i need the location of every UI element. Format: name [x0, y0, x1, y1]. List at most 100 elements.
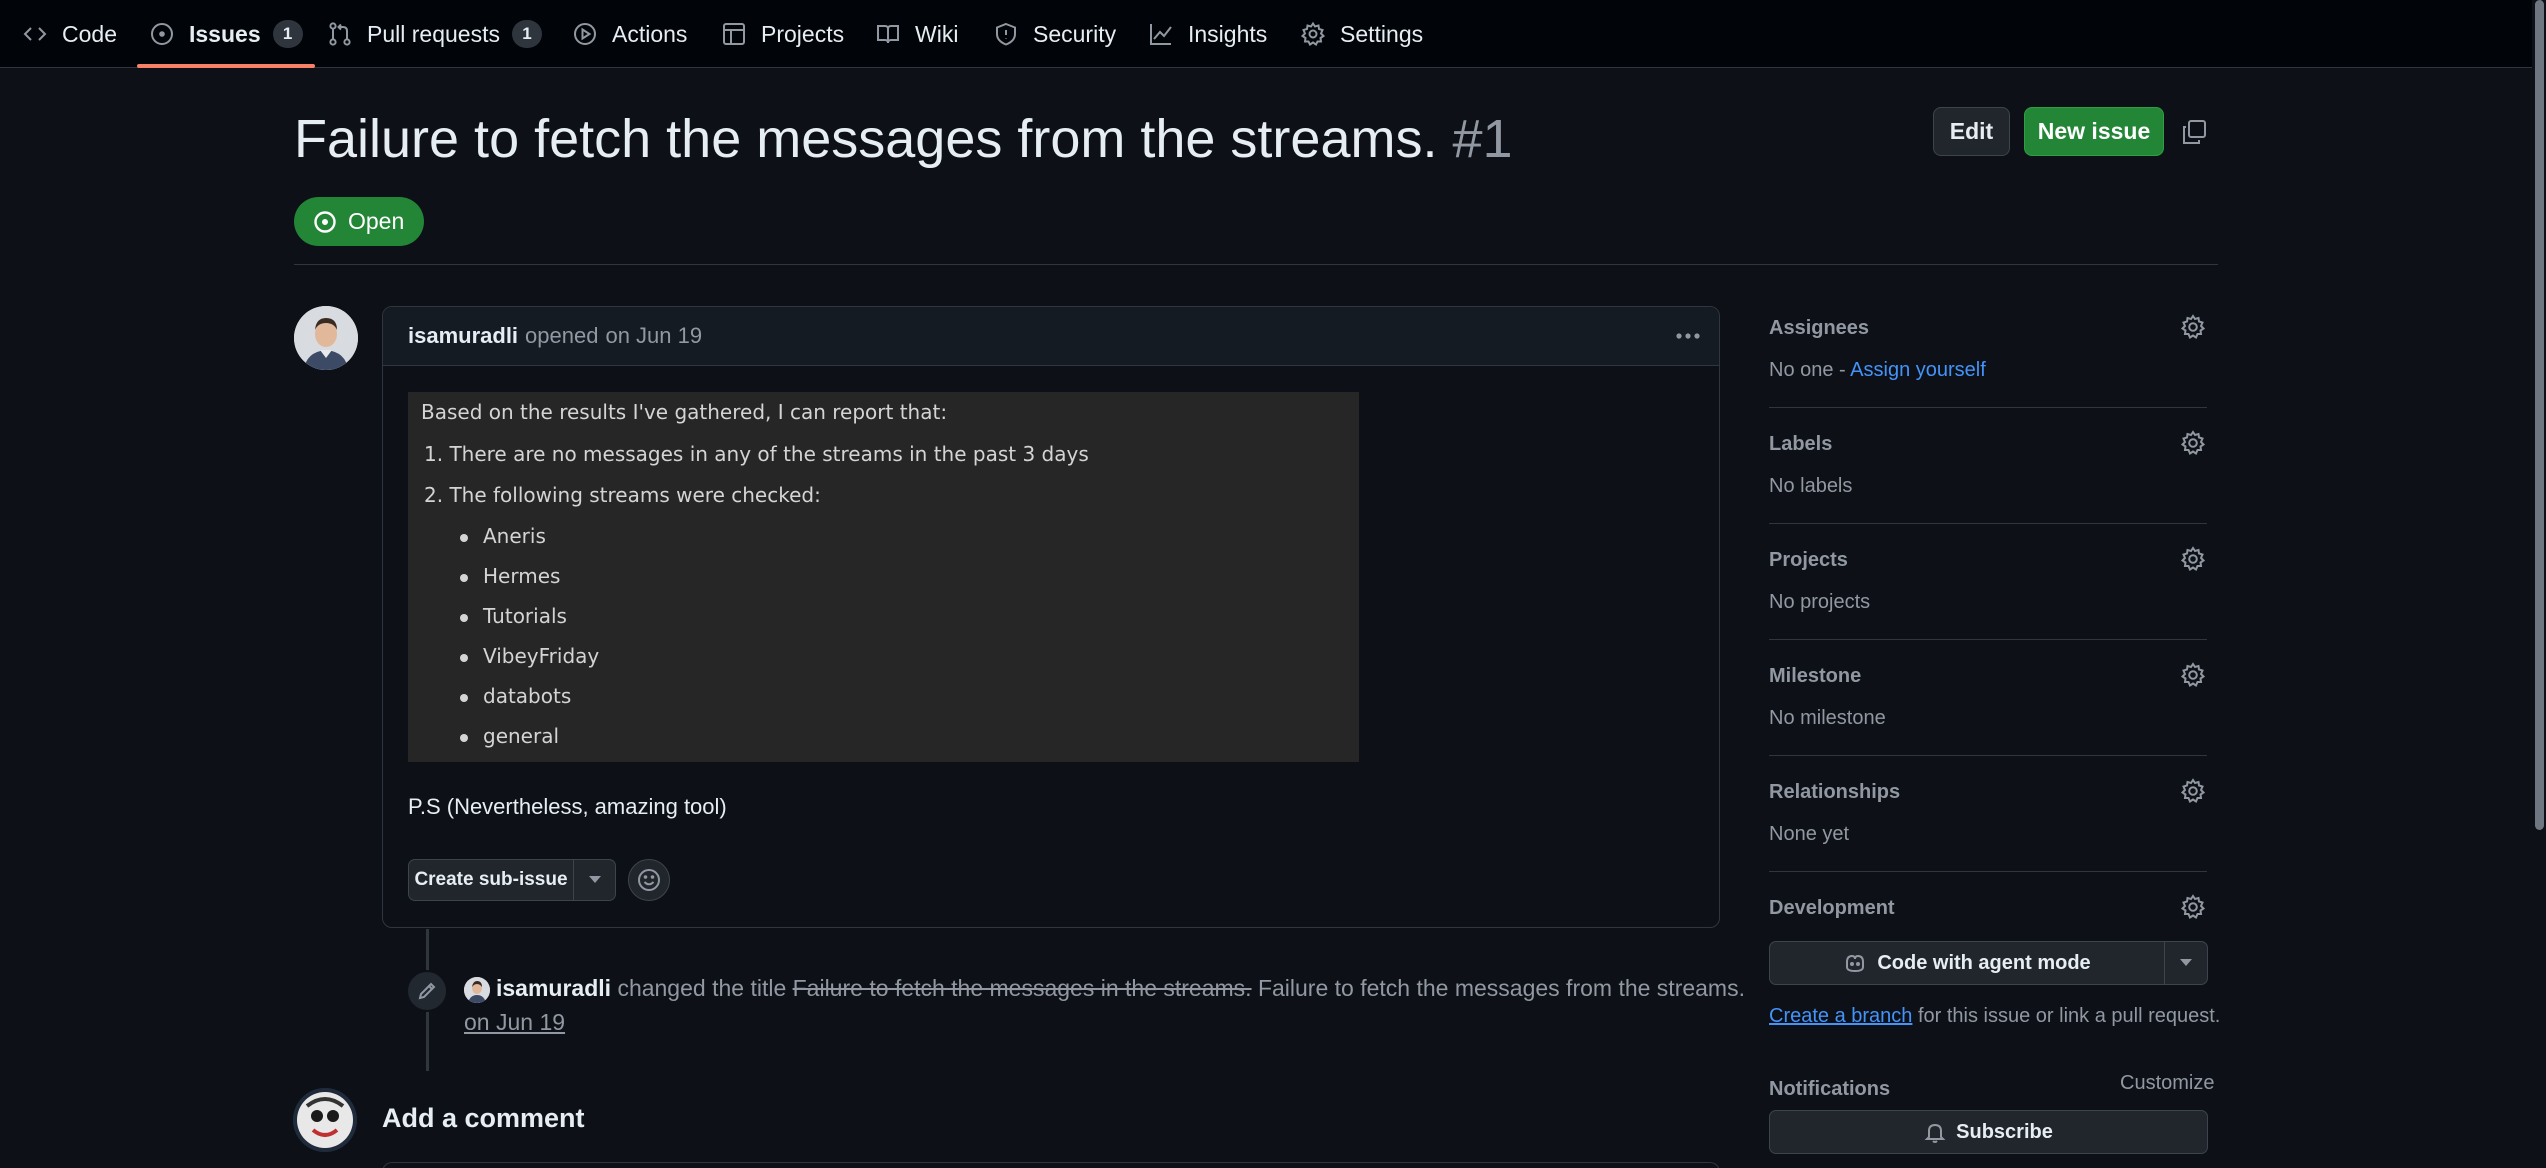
- subscribe-button[interactable]: Subscribe: [1769, 1110, 2208, 1154]
- add-comment-heading: Add a comment: [382, 1103, 585, 1133]
- development-gear-icon[interactable]: [2179, 893, 2207, 921]
- author-avatar[interactable]: [294, 306, 358, 370]
- stream-item: VibeyFriday: [483, 644, 600, 668]
- tab-issues[interactable]: Issues 1: [137, 0, 315, 68]
- customize-link[interactable]: Customize: [2120, 1072, 2214, 1095]
- event-date-link[interactable]: on Jun 19: [464, 1009, 565, 1036]
- comment-date[interactable]: on Jun 19: [605, 323, 702, 349]
- tab-projects[interactable]: Projects: [721, 0, 844, 68]
- labels-gear-icon[interactable]: [2179, 429, 2207, 457]
- relationships-gear-icon[interactable]: [2179, 777, 2207, 805]
- sidebar-divider: [1769, 755, 2207, 756]
- event-action: changed the title: [617, 975, 787, 1001]
- issue-opened-icon: [151, 23, 173, 45]
- issue-state-badge: Open: [294, 197, 425, 246]
- issue-title: Failure to fetch the messages from the s…: [294, 108, 1513, 170]
- pulls-counter: 1: [511, 20, 542, 48]
- tab-security-label: Security: [1033, 20, 1117, 47]
- create-sub-issue-button[interactable]: Create sub-issue: [408, 859, 574, 901]
- projects-heading: Projects: [1769, 549, 1848, 571]
- notifications-heading: Notifications: [1769, 1078, 1891, 1100]
- bullet: [460, 534, 468, 542]
- assignees-none: No one -: [1769, 359, 1851, 381]
- bell-icon: [1924, 1123, 1946, 1143]
- issue-title-text: Failure to fetch the messages from the s…: [294, 109, 1438, 169]
- code-with-agent-label: Code with agent mode: [1877, 951, 2091, 974]
- comment-header: isamuradli opened on Jun 19: [383, 307, 1719, 366]
- sidebar-milestone: Milestone No milestone: [1769, 662, 2207, 729]
- bullet: [460, 694, 468, 702]
- projects-gear-icon[interactable]: [2179, 545, 2207, 573]
- sidebar-assignees: Assignees No one - Assign yourself: [1769, 314, 2207, 381]
- kebab-menu-icon[interactable]: [1671, 321, 1705, 351]
- event-author-avatar[interactable]: [464, 977, 490, 1003]
- tab-actions[interactable]: Actions: [572, 0, 687, 68]
- milestone-gear-icon[interactable]: [2179, 661, 2207, 689]
- add-reaction-button[interactable]: [628, 859, 670, 901]
- ps-text: P.S (Nevertheless, amazing tool): [408, 794, 727, 819]
- bullet: [460, 614, 468, 622]
- copy-icon[interactable]: [2180, 118, 2208, 146]
- sidebar-divider: [1769, 523, 2207, 524]
- tab-pull-requests-label: Pull requests: [367, 20, 500, 47]
- comment-action: opened: [525, 323, 599, 348]
- tab-insights[interactable]: Insights: [1148, 0, 1267, 68]
- assignees-heading: Assignees: [1769, 317, 1870, 339]
- stream-item: databots: [483, 684, 572, 708]
- stream-item: Hermes: [483, 564, 561, 588]
- subscribe-label: Subscribe: [1956, 1120, 2053, 1143]
- create-sub-issue-group: Create sub-issue: [408, 859, 616, 901]
- code-with-agent-button[interactable]: Code with agent mode: [1770, 942, 2165, 984]
- sidebar-development: Development: [1769, 894, 2207, 927]
- header-divider: [294, 264, 2218, 265]
- relationships-value: None yet: [1769, 823, 1850, 845]
- tab-issues-label: Issues: [189, 20, 261, 47]
- sub-issue-dropdown-button[interactable]: [574, 859, 616, 901]
- assignees-gear-icon[interactable]: [2179, 313, 2207, 341]
- page-scrollbar[interactable]: [2532, 0, 2546, 1168]
- assign-yourself-link[interactable]: Assign yourself: [1850, 359, 1986, 381]
- tab-code[interactable]: Code: [22, 0, 117, 68]
- issue-opened-icon: [314, 210, 336, 233]
- milestone-heading: Milestone: [1769, 665, 1862, 687]
- code-icon: [23, 27, 47, 41]
- book-icon: [877, 25, 899, 44]
- sidebar-labels: Labels No labels: [1769, 430, 2207, 497]
- tab-pull-requests[interactable]: Pull requests 1: [327, 0, 542, 68]
- viewer-avatar[interactable]: [293, 1088, 357, 1152]
- issue-state-label: Open: [348, 208, 405, 234]
- tab-insights-label: Insights: [1188, 20, 1268, 47]
- edit-button[interactable]: Edit: [1933, 107, 2010, 156]
- development-rest: for this issue or link a pull request.: [1912, 1005, 2221, 1027]
- graph-icon: [1150, 24, 1172, 45]
- new-issue-button[interactable]: New issue: [2024, 107, 2164, 156]
- tab-wiki[interactable]: Wiki: [875, 0, 958, 68]
- sidebar-divider: [1769, 639, 2207, 640]
- issues-counter: 1: [272, 20, 303, 48]
- tab-settings[interactable]: Settings: [1300, 0, 1423, 68]
- scrollbar-thumb[interactable]: [2535, 0, 2544, 830]
- comment-editor[interactable]: [382, 1162, 1720, 1168]
- agent-mode-dropdown[interactable]: [2165, 942, 2207, 984]
- stream-item: Aneris: [483, 524, 546, 548]
- report-intro: Based on the results I've gathered, I ca…: [421, 400, 948, 424]
- tab-actions-label: Actions: [612, 20, 688, 47]
- shield-icon: [996, 22, 1016, 46]
- event-new-title: Failure to fetch the messages from the s…: [1257, 975, 1745, 1001]
- comment-author-link[interactable]: isamuradli: [408, 323, 518, 349]
- sidebar-divider: [1769, 407, 2207, 408]
- create-branch-link[interactable]: Create a branch: [1769, 1005, 1912, 1027]
- stream-item: Tutorials: [483, 604, 567, 628]
- issue-number: #1: [1452, 109, 1513, 169]
- sidebar-divider: [1769, 871, 2207, 872]
- tab-wiki-label: Wiki: [915, 20, 959, 47]
- table-icon: [723, 23, 745, 45]
- tab-settings-label: Settings: [1340, 20, 1424, 47]
- milestone-value: No milestone: [1769, 707, 1886, 729]
- assignees-value: No one - Assign yourself: [1769, 359, 1986, 382]
- tab-security[interactable]: Security: [993, 0, 1116, 68]
- event-author-link[interactable]: isamuradli: [496, 975, 611, 1001]
- bullet: [460, 574, 468, 582]
- stream-item: general: [483, 724, 560, 748]
- report-point-1: 1. There are no messages in any of the s…: [424, 442, 1089, 466]
